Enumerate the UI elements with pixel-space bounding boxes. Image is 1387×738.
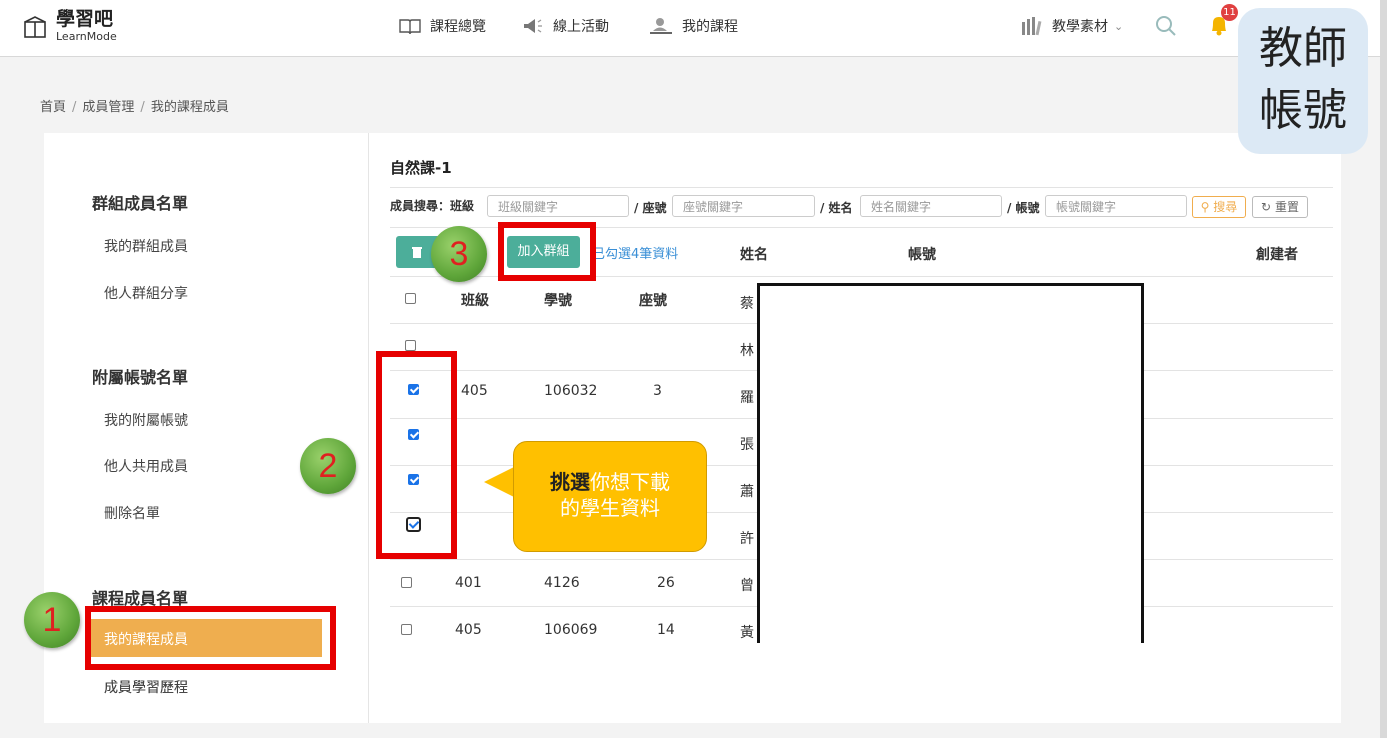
chevron-down-icon: ⌄ — [1114, 19, 1124, 33]
row-name: 蕭 — [740, 484, 754, 500]
select-all-checkbox[interactable] — [405, 293, 416, 304]
column-header-seat: 座號 — [639, 293, 667, 309]
search-icon[interactable] — [1154, 14, 1178, 38]
reset-button[interactable]: ↻ 重置 — [1252, 196, 1308, 218]
panel-bottom — [369, 643, 1341, 723]
sidebar-divider — [368, 133, 369, 723]
sidebar-item-deleted-list[interactable]: 刪除名單 — [104, 503, 160, 523]
name-search-input[interactable]: 姓名關鍵字 — [860, 195, 1002, 217]
row-checkbox[interactable] — [405, 340, 416, 351]
row-student-no: 4126 — [544, 575, 580, 591]
teacher-account-badge: 教師 帳號 — [1238, 8, 1368, 154]
seat-label: / 座號 — [634, 201, 667, 215]
column-header-class: 班級 — [461, 293, 489, 309]
sidebar-sub-accounts-title: 附屬帳號名單 — [92, 368, 189, 387]
nav-label: 課程總覽 — [430, 19, 486, 35]
row-checkbox[interactable] — [401, 577, 412, 588]
callout-line2: 的學生資料 — [560, 496, 660, 520]
row-name: 羅 — [740, 390, 754, 406]
teacher-line1: 教師 — [1259, 23, 1347, 74]
callout-line1: 你想下載 — [590, 470, 670, 494]
account-search-input[interactable]: 帳號關鍵字 — [1045, 195, 1187, 217]
row-name: 林 — [740, 343, 754, 359]
row-name: 張 — [740, 437, 754, 453]
nav-online-activity[interactable]: 線上活動 — [521, 16, 609, 36]
search-button[interactable]: ⚲ 搜尋 — [1192, 196, 1246, 218]
step-1-marker: 1 — [24, 592, 80, 648]
breadcrumb-current: 我的課程成員 — [150, 100, 229, 115]
sidebar-item-shared-groups[interactable]: 他人群組分享 — [104, 283, 188, 303]
row-name: 曾 — [740, 578, 754, 594]
scrollbar[interactable] — [1380, 0, 1387, 738]
top-navbar: 學習吧 LearnMode 課程總覽 線上活動 我的課程 教學素材 ⌄ 11 — [0, 0, 1387, 57]
sidebar-group-members-title: 群組成員名單 — [92, 194, 189, 213]
refresh-icon: ↻ — [1261, 200, 1272, 214]
highlight-box-checkboxes — [376, 351, 457, 559]
trash-icon — [412, 247, 422, 258]
nav-my-courses[interactable]: 我的課程 — [648, 16, 738, 36]
column-header-student-no: 學號 — [544, 293, 572, 309]
step-2-marker: 2 — [300, 438, 356, 494]
sidebar-item-shared-members[interactable]: 他人共用成員 — [104, 456, 188, 476]
user-desk-icon — [650, 18, 672, 34]
search-button-label: 搜尋 — [1213, 200, 1238, 214]
breadcrumb-home[interactable]: 首頁 — [40, 100, 66, 115]
name-label: / 姓名 — [820, 201, 853, 215]
column-header-creator: 創建者 — [1256, 247, 1298, 263]
column-header-account: 帳號 — [908, 247, 936, 263]
divider — [390, 187, 1333, 188]
gift-logo-icon — [24, 16, 46, 38]
nav-course-overview[interactable]: 課程總覽 — [398, 16, 486, 36]
class-search-input[interactable]: 班級關鍵字 — [487, 195, 629, 217]
row-seat: 3 — [653, 383, 662, 399]
redacted-area — [757, 283, 1144, 663]
sidebar-item-my-sub-accounts[interactable]: 我的附屬帳號 — [104, 410, 188, 430]
row-name: 黃 — [740, 625, 754, 641]
highlight-box-course-members — [85, 606, 336, 670]
course-title: 自然課-1 — [390, 159, 452, 177]
nav-teaching-materials[interactable]: 教學素材 ⌄ — [1020, 16, 1123, 36]
sidebar-item-learning-history-overlay[interactable]: 成員學習歷程 — [104, 677, 188, 697]
notification-badge: 11 — [1221, 4, 1238, 21]
book-icon — [399, 19, 421, 35]
account-label: / 帳號 — [1007, 201, 1040, 215]
step-3-marker: 3 — [431, 226, 487, 282]
nav-label: 線上活動 — [553, 19, 609, 35]
row-name: 許 — [740, 531, 754, 547]
nav-label: 我的課程 — [682, 19, 738, 35]
breadcrumb: 首頁 / 成員管理 / 我的課程成員 — [40, 100, 229, 115]
row-class: 405 — [455, 622, 482, 638]
sidebar-item-my-group-members[interactable]: 我的群組成員 — [104, 236, 188, 256]
logo-title: 學習吧 — [56, 8, 114, 30]
logo-subtitle: LearnMode — [56, 30, 117, 43]
search-label: 成員搜尋：班級 — [390, 199, 475, 213]
logo[interactable]: 學習吧 LearnMode — [22, 10, 117, 42]
callout-bold: 挑選 — [550, 470, 590, 494]
teacher-line2: 帳號 — [1259, 85, 1347, 136]
nav-label: 教學素材 — [1052, 19, 1108, 35]
reset-button-label: 重置 — [1274, 200, 1299, 214]
row-seat: 14 — [657, 622, 675, 638]
column-header-name: 姓名 — [740, 247, 768, 263]
row-student-no: 106032 — [544, 383, 598, 399]
row-class: 405 — [461, 383, 488, 399]
callout-select-students: 挑選你想下載 的學生資料 — [513, 441, 707, 552]
row-checkbox[interactable] — [401, 624, 412, 635]
magnifier-icon: ⚲ — [1200, 200, 1210, 214]
row-student-no: 106069 — [544, 622, 598, 638]
breadcrumb-member-management[interactable]: 成員管理 — [82, 100, 134, 115]
library-icon — [1022, 17, 1042, 36]
row-seat: 26 — [657, 575, 675, 591]
row-class: 401 — [455, 575, 482, 591]
seat-search-input[interactable]: 座號關鍵字 — [672, 195, 815, 217]
megaphone-icon — [524, 19, 542, 33]
highlight-box-join-group — [498, 222, 596, 281]
selected-count-info: 已勾選4筆資料 — [592, 247, 679, 262]
row-name: 蔡 — [740, 296, 754, 312]
callout-tail — [484, 466, 516, 498]
